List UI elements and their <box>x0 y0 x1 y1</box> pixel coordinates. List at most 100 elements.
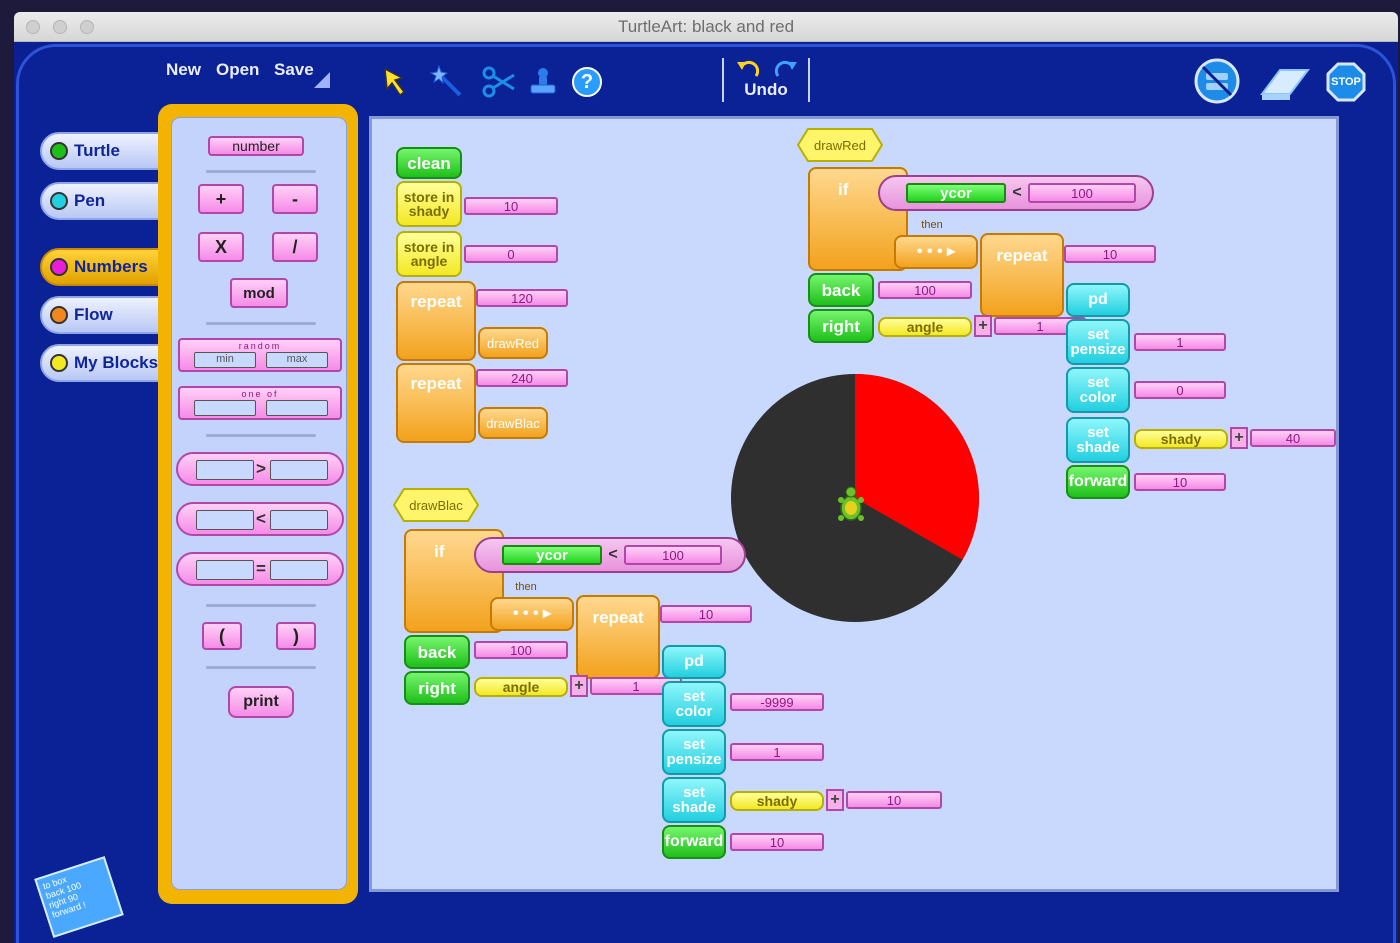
number-slot[interactable]: 10 <box>1064 245 1156 263</box>
wand-tool[interactable] <box>430 65 464 99</box>
compare-slot[interactable] <box>196 510 254 530</box>
divide-block[interactable]: / <box>272 232 318 262</box>
number-slot[interactable]: 100 <box>624 545 722 565</box>
multiply-block[interactable]: X <box>198 232 244 262</box>
shady-variable-block[interactable]: shady <box>1134 429 1228 449</box>
stop-button[interactable]: STOP <box>1326 62 1366 102</box>
number-slot[interactable]: 10 <box>730 833 824 851</box>
repeat-block[interactable]: repeat <box>396 363 476 443</box>
back-block[interactable]: back <box>404 635 470 669</box>
help-tool[interactable]: ? <box>570 65 604 99</box>
number-slot[interactable]: -9999 <box>730 693 824 711</box>
number-slot[interactable]: 100 <box>878 281 972 299</box>
repeat-block[interactable]: repeat <box>576 595 660 679</box>
menu-new[interactable]: New <box>166 60 201 80</box>
random-min-slot[interactable]: min <box>194 352 256 368</box>
less-than-block[interactable]: < <box>176 502 344 536</box>
number-slot[interactable]: 10 <box>660 605 752 623</box>
number-slot[interactable]: 0 <box>1134 381 1226 399</box>
repeat-block[interactable]: repeat <box>980 233 1064 317</box>
print-block[interactable]: print <box>228 686 294 718</box>
one-of-slot[interactable] <box>194 400 256 416</box>
greater-than-block[interactable]: > <box>176 452 344 486</box>
number-slot[interactable]: 1 <box>1134 333 1226 351</box>
redo-icon[interactable] <box>772 58 798 80</box>
back-block[interactable]: back <box>808 273 874 307</box>
number-slot[interactable]: 0 <box>464 245 558 263</box>
lt-symbol: < <box>256 509 266 528</box>
save-dropdown-icon[interactable] <box>314 72 330 88</box>
equals-block[interactable]: = <box>176 552 344 586</box>
set-color-block[interactable]: set color <box>1066 367 1130 413</box>
program-canvas[interactable]: clean store in shady 10 store in angle 0… <box>369 116 1339 892</box>
store-in-angle-block[interactable]: store in angle <box>396 231 462 277</box>
zoom-window-button[interactable] <box>80 20 94 34</box>
right-block[interactable]: right <box>808 309 874 343</box>
stamp-tool[interactable] <box>526 65 560 99</box>
pd-block[interactable]: pd <box>662 645 726 679</box>
plus-operator[interactable]: + <box>974 315 992 337</box>
set-shade-block[interactable]: set shade <box>662 777 726 823</box>
compare-slot[interactable] <box>270 560 328 580</box>
hide-blocks-button[interactable] <box>1194 58 1240 104</box>
ycor-block[interactable]: ycor <box>906 183 1006 203</box>
right-paren-block[interactable]: ) <box>276 622 316 650</box>
drawred-call-block[interactable]: drawRed <box>478 327 548 359</box>
clean-block[interactable]: clean <box>396 147 462 179</box>
then-arrow-block[interactable]: • • • ▸ <box>894 235 978 269</box>
plus-operator[interactable]: + <box>570 675 588 697</box>
set-pensize-block[interactable]: set pensize <box>1066 319 1130 365</box>
plus-block[interactable]: + <box>198 184 244 214</box>
cut-tool[interactable] <box>482 65 516 99</box>
number-slot[interactable]: 1 <box>730 743 824 761</box>
compare-slot[interactable] <box>270 510 328 530</box>
random-block[interactable]: random min max <box>178 338 342 372</box>
plus-operator[interactable]: + <box>1230 427 1248 449</box>
compare-slot[interactable] <box>196 460 254 480</box>
left-paren-block[interactable]: ( <box>202 622 242 650</box>
number-slot[interactable]: 10 <box>464 197 558 215</box>
set-color-block[interactable]: set color <box>662 681 726 727</box>
arrow-tool[interactable] <box>380 65 414 99</box>
plus-operator[interactable]: + <box>826 789 844 811</box>
menu-save[interactable]: Save <box>274 60 314 80</box>
number-block[interactable]: number <box>208 136 304 156</box>
right-block[interactable]: right <box>404 671 470 705</box>
one-of-block[interactable]: one of <box>178 386 342 420</box>
number-slot[interactable]: 100 <box>1028 183 1136 203</box>
number-slot[interactable]: 120 <box>476 289 568 307</box>
random-max-slot[interactable]: max <box>266 352 328 368</box>
then-arrow-block[interactable]: • • • ▸ <box>490 597 574 631</box>
undo-redo-group: Undo <box>722 58 810 102</box>
undo-button[interactable]: Undo <box>724 80 808 100</box>
palette-separator <box>206 170 316 173</box>
set-pensize-block[interactable]: set pensize <box>662 729 726 775</box>
ycor-block[interactable]: ycor <box>502 545 602 565</box>
title-bar: TurtleArt: black and red <box>14 12 1398 42</box>
angle-variable-block[interactable]: angle <box>474 677 568 697</box>
store-in-shady-block[interactable]: store in shady <box>396 181 462 227</box>
number-slot[interactable]: 10 <box>846 791 942 809</box>
minimize-window-button[interactable] <box>53 20 67 34</box>
minus-block[interactable]: - <box>272 184 318 214</box>
pd-block[interactable]: pd <box>1066 283 1130 317</box>
forward-block[interactable]: forward <box>662 825 726 859</box>
undo-icon[interactable] <box>736 58 762 80</box>
number-slot[interactable]: 240 <box>476 369 568 387</box>
compare-slot[interactable] <box>196 560 254 580</box>
set-shade-block[interactable]: set shade <box>1066 417 1130 463</box>
number-slot[interactable]: 100 <box>474 641 568 659</box>
forward-block[interactable]: forward <box>1066 465 1130 499</box>
close-window-button[interactable] <box>26 20 40 34</box>
eraser-button[interactable] <box>1258 60 1312 104</box>
one-of-slot[interactable] <box>266 400 328 416</box>
shady-variable-block[interactable]: shady <box>730 791 824 811</box>
compare-slot[interactable] <box>270 460 328 480</box>
angle-variable-block[interactable]: angle <box>878 317 972 337</box>
menu-open[interactable]: Open <box>216 60 259 80</box>
mod-block[interactable]: mod <box>230 278 288 308</box>
number-slot[interactable]: 40 <box>1250 429 1336 447</box>
repeat-block[interactable]: repeat <box>396 281 476 361</box>
drawblac-call-block[interactable]: drawBlac <box>478 407 548 439</box>
number-slot[interactable]: 10 <box>1134 473 1226 491</box>
